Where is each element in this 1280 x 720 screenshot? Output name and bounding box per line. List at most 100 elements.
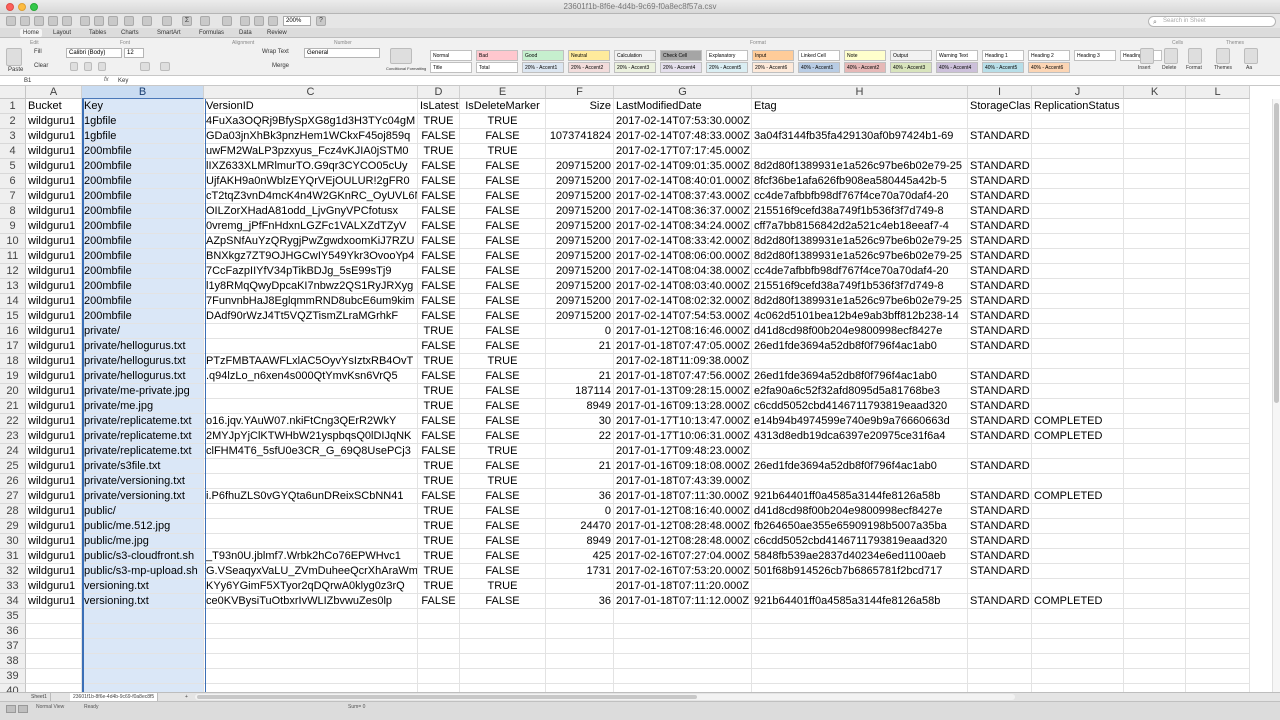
cell[interactable]: 8d2d80f1389931e1a526c97be6b02e79-25 <box>752 234 968 249</box>
cell[interactable] <box>204 624 418 639</box>
cell[interactable]: 209715200 <box>546 279 614 294</box>
cell[interactable] <box>26 624 82 639</box>
tab-smartart[interactable]: SmartArt <box>154 29 184 37</box>
cell[interactable]: wildguru1 <box>26 474 82 489</box>
cell[interactable]: 8d2d80f1389931e1a526c97be6b02e79-25 <box>752 159 968 174</box>
row-header[interactable]: 18 <box>0 354 26 369</box>
cell[interactable]: 4FuXa3OQRj9BfySpXG8g1d3H3TYc04gM <box>204 114 418 129</box>
row-header[interactable]: 13 <box>0 279 26 294</box>
style-tile[interactable]: Normal <box>430 50 472 61</box>
sum-display[interactable]: Sum= 0 <box>348 704 365 710</box>
cell[interactable]: FALSE <box>418 294 460 309</box>
cell[interactable] <box>1124 249 1186 264</box>
cell[interactable]: wildguru1 <box>26 114 82 129</box>
cell[interactable]: private/versioning.txt <box>82 489 204 504</box>
cell[interactable]: 26ed1fde3694a52db8f0f796f4ac1ab0 <box>752 459 968 474</box>
cell[interactable] <box>1032 474 1124 489</box>
conditional-formatting-button[interactable] <box>390 48 412 64</box>
copy-icon[interactable] <box>94 16 104 26</box>
cell[interactable]: 2017-01-12T08:28:48.000Z <box>614 519 752 534</box>
cell[interactable]: 2017-02-14T08:37:43.000Z <box>614 189 752 204</box>
cell[interactable] <box>1032 654 1124 669</box>
column-header-a[interactable]: A <box>26 86 82 99</box>
cell[interactable]: wildguru1 <box>26 249 82 264</box>
row-header[interactable]: 25 <box>0 459 26 474</box>
cell[interactable]: 200mbfile <box>82 219 204 234</box>
cell[interactable]: wildguru1 <box>26 189 82 204</box>
cell[interactable]: 4c062d5101bea12b4e9ab3bff812b238-14 <box>752 309 968 324</box>
cell[interactable]: FALSE <box>460 504 546 519</box>
cell[interactable] <box>460 684 546 692</box>
gallery-icon[interactable] <box>240 16 250 26</box>
cell[interactable] <box>752 354 968 369</box>
cell[interactable]: 1gbfile <box>82 129 204 144</box>
cell[interactable]: wildguru1 <box>26 294 82 309</box>
font-color-icon[interactable] <box>160 62 170 71</box>
cell[interactable]: versioning.txt <box>82 579 204 594</box>
cell[interactable]: TRUE <box>418 399 460 414</box>
cell[interactable] <box>968 474 1032 489</box>
cell[interactable] <box>1186 624 1250 639</box>
cell[interactable] <box>968 354 1032 369</box>
cell[interactable] <box>1124 339 1186 354</box>
cell[interactable]: private/hellogurus.txt <box>82 339 204 354</box>
cell[interactable] <box>614 609 752 624</box>
cell[interactable]: KYy6YGimF5XTyor2qDQrwA0klyg0z3rQ <box>204 579 418 594</box>
cell[interactable]: IsDeleteMarker <box>460 99 546 114</box>
style-tile[interactable]: Calculation <box>614 50 656 61</box>
cell[interactable] <box>1186 309 1250 324</box>
cell[interactable] <box>1032 624 1124 639</box>
cell[interactable] <box>1124 669 1186 684</box>
cell[interactable]: FALSE <box>418 234 460 249</box>
cell[interactable]: FALSE <box>460 294 546 309</box>
cell[interactable]: STANDARD <box>968 159 1032 174</box>
cell[interactable]: TRUE <box>460 114 546 129</box>
cell[interactable]: cT2tqZ3vnD4mcK4n4W2GKnRC_OyUVL6N <box>204 189 418 204</box>
cell[interactable]: 2017-02-18T11:09:38.000Z <box>614 354 752 369</box>
cell[interactable] <box>204 339 418 354</box>
row-header[interactable]: 16 <box>0 324 26 339</box>
cell[interactable]: STANDARD <box>968 594 1032 609</box>
cell[interactable] <box>1032 564 1124 579</box>
cell[interactable] <box>1032 219 1124 234</box>
cell[interactable] <box>460 669 546 684</box>
cell[interactable]: STANDARD <box>968 489 1032 504</box>
cell[interactable] <box>752 579 968 594</box>
cell[interactable] <box>1124 279 1186 294</box>
cell[interactable] <box>546 114 614 129</box>
cell[interactable] <box>752 654 968 669</box>
style-tile[interactable]: Input <box>752 50 794 61</box>
cell[interactable] <box>1032 189 1124 204</box>
cell[interactable] <box>1124 429 1186 444</box>
cell[interactable]: STANDARD <box>968 399 1032 414</box>
row-header[interactable]: 3 <box>0 129 26 144</box>
cell[interactable]: public/s3-mp-upload.sh <box>82 564 204 579</box>
style-tile[interactable]: Heading 1 <box>982 50 1024 61</box>
cell[interactable]: FALSE <box>418 219 460 234</box>
cell[interactable]: wildguru1 <box>26 234 82 249</box>
cell[interactable]: wildguru1 <box>26 414 82 429</box>
cell[interactable] <box>1032 159 1124 174</box>
cell[interactable] <box>752 144 968 159</box>
cell[interactable]: STANDARD <box>968 174 1032 189</box>
style-tile[interactable]: 40% - Accent1 <box>798 62 840 73</box>
cell[interactable] <box>204 654 418 669</box>
cell[interactable]: 2017-01-18T07:47:05.000Z <box>614 339 752 354</box>
cell[interactable] <box>460 654 546 669</box>
cell[interactable]: c6cdd5052cbd4146711793819eaad320 <box>752 534 968 549</box>
cell[interactable]: 2017-02-14T09:01:35.000Z <box>614 159 752 174</box>
cell[interactable]: FALSE <box>418 339 460 354</box>
cell[interactable]: 921b64401ff0a4585a3144fe8126a58b <box>752 489 968 504</box>
cell[interactable]: TRUE <box>418 504 460 519</box>
bold-button[interactable] <box>70 62 78 71</box>
style-tile[interactable]: 40% - Accent6 <box>1028 62 1070 73</box>
tab-home[interactable]: Home <box>20 29 43 37</box>
cell[interactable]: STANDARD <box>968 249 1032 264</box>
cell[interactable] <box>1032 114 1124 129</box>
style-tile[interactable]: 20% - Accent2 <box>568 62 610 73</box>
cell[interactable] <box>1032 204 1124 219</box>
cell[interactable] <box>968 444 1032 459</box>
cell[interactable]: 0 <box>546 324 614 339</box>
cell[interactable] <box>1124 174 1186 189</box>
style-tile[interactable]: 40% - Accent2 <box>844 62 886 73</box>
